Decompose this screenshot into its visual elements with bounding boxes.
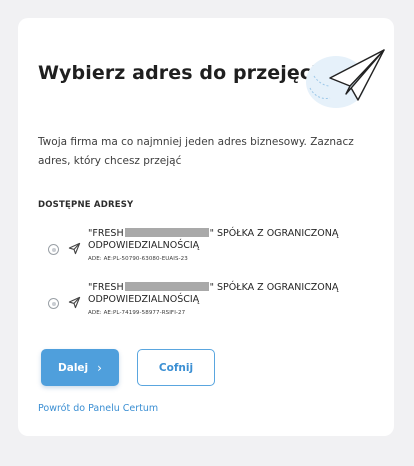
back-button[interactable]: Cofnij [137,349,215,386]
next-button[interactable]: Dalej › [41,349,119,386]
address-name-suffix: " SPÓŁKA Z OGRANICZONĄ [209,282,339,293]
paper-plane-icon [306,49,385,108]
address-name-line2: ODPOWIEDZIALNOŚCIĄ [88,294,200,305]
redacted-text [124,282,209,291]
address-name-suffix: " SPÓŁKA Z OGRANICZONĄ [209,228,339,239]
send-icon [68,242,81,255]
return-to-panel-link[interactable]: Powrót do Panelu Certum [38,403,158,414]
address-ade: ADE: AE:PL-74199-58977-RSIFI-27 [88,310,186,316]
address-name: "FRESH " SPÓŁKA Z OGRANICZONĄ ODPOWIEDZIA… [88,282,378,306]
address-name-prefix: "FRESH [88,282,124,293]
redacted-text [124,228,209,237]
page-title: Wybierz adres do przejęcia [38,62,331,84]
address-name: "FRESH " SPÓŁKA Z OGRANICZONĄ ODPOWIEDZIA… [88,228,378,252]
section-title: DOSTĘPNE ADRESY [38,200,134,210]
address-name-prefix: "FRESH [88,228,124,239]
intro-text: Twoja firma ma co najmniej jeden adres b… [38,136,354,167]
send-icon [68,296,81,309]
address-ade: ADE: AE:PL-50790-63080-EUAIS-23 [88,256,188,262]
next-button-label: Dalej [58,361,89,374]
address-radio[interactable] [48,298,59,309]
address-radio[interactable] [48,244,59,255]
address-option[interactable]: "FRESH " SPÓŁKA Z OGRANICZONĄ ODPOWIEDZIA… [48,228,378,272]
chevron-right-icon: › [97,360,102,375]
address-option[interactable]: "FRESH " SPÓŁKA Z OGRANICZONĄ ODPOWIEDZIA… [48,282,378,326]
address-selection-card: Wybierz adres do przejęcia Twoja firma m… [18,18,394,436]
address-name-line2: ODPOWIEDZIALNOŚCIĄ [88,240,200,251]
